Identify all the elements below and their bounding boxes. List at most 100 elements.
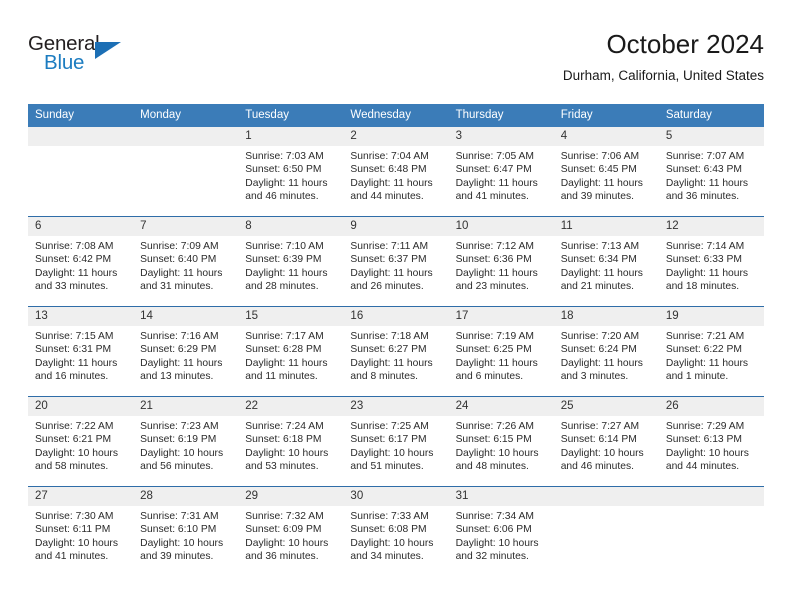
sunrise-time: Sunrise: 7:16 AM xyxy=(140,331,219,342)
calendar-week-row: 1 Sunrise: 7:03 AM Sunset: 6:50 PM Daylight… xyxy=(28,127,764,217)
day-number: 20 xyxy=(28,397,134,416)
day-number: 12 xyxy=(658,217,764,236)
day-number: 31 xyxy=(448,487,554,506)
daylight-duration-line2: and 44 minutes. xyxy=(350,191,424,203)
calendar-day-cell[interactable]: 28 Sunrise: 7:31 AM Sunset: 6:10 PM Dayligh… xyxy=(133,486,239,576)
calendar-day-cell[interactable]: 11 Sunrise: 7:13 AM Sunset: 6:34 PM Dayligh… xyxy=(553,216,659,307)
daylight-duration-line2: and 33 minutes. xyxy=(35,281,109,293)
sunrise-time: Sunrise: 7:34 AM xyxy=(455,511,534,522)
calendar-day-cell[interactable]: 14 Sunrise: 7:16 AM Sunset: 6:29 PM Dayligh… xyxy=(133,306,239,397)
day-cell-inner: 3 Sunrise: 7:05 AM Sunset: 6:47 PM Daylight… xyxy=(448,127,554,216)
sunset-time: Sunset: 6:14 PM xyxy=(560,434,637,446)
calendar-empty-cell xyxy=(133,127,239,217)
sunset-time: Sunset: 6:10 PM xyxy=(140,524,217,536)
calendar-day-cell[interactable]: 23 Sunrise: 7:25 AM Sunset: 6:17 PM Dayligh… xyxy=(343,396,449,487)
calendar-day-cell[interactable]: 15 Sunrise: 7:17 AM Sunset: 6:28 PM Dayligh… xyxy=(238,306,344,397)
day-details: Sunrise: 7:16 AM Sunset: 6:29 PM Daylight:… xyxy=(133,326,238,384)
day-cell-inner: 14 Sunrise: 7:16 AM Sunset: 6:29 PM Dayligh… xyxy=(133,307,239,396)
calendar-day-cell[interactable]: 19 Sunrise: 7:21 AM Sunset: 6:22 PM Dayligh… xyxy=(658,306,764,397)
sunrise-time: Sunrise: 7:04 AM xyxy=(350,151,429,162)
day-cell-inner xyxy=(28,127,134,216)
calendar-day-cell[interactable]: 17 Sunrise: 7:19 AM Sunset: 6:25 PM Dayligh… xyxy=(448,306,554,397)
calendar-day-cell[interactable]: 4 Sunrise: 7:06 AM Sunset: 6:45 PM Daylight… xyxy=(553,127,659,217)
day-cell-inner: 22 Sunrise: 7:24 AM Sunset: 6:18 PM Dayligh… xyxy=(238,397,344,486)
calendar-day-cell[interactable]: 26 Sunrise: 7:29 AM Sunset: 6:13 PM Dayligh… xyxy=(658,396,764,487)
day-cell-inner: 21 Sunrise: 7:23 AM Sunset: 6:19 PM Dayligh… xyxy=(133,397,239,486)
calendar-day-cell[interactable]: 3 Sunrise: 7:05 AM Sunset: 6:47 PM Daylight… xyxy=(448,127,554,217)
daylight-duration-line2: and 21 minutes. xyxy=(560,281,634,293)
calendar-day-cell[interactable]: 22 Sunrise: 7:24 AM Sunset: 6:18 PM Dayligh… xyxy=(238,396,344,487)
calendar-day-cell[interactable]: 30 Sunrise: 7:33 AM Sunset: 6:08 PM Dayligh… xyxy=(343,486,449,576)
day-cell-inner xyxy=(133,127,239,216)
calendar-day-cell[interactable]: 20 Sunrise: 7:22 AM Sunset: 6:21 PM Dayligh… xyxy=(28,396,134,487)
calendar-day-cell[interactable]: 25 Sunrise: 7:27 AM Sunset: 6:14 PM Dayligh… xyxy=(553,396,659,487)
day-cell-inner xyxy=(553,487,659,576)
daylight-duration-line1: Daylight: 10 hours xyxy=(35,537,118,549)
sunrise-time: Sunrise: 7:11 AM xyxy=(350,241,429,252)
day-cell-inner: 12 Sunrise: 7:14 AM Sunset: 6:33 PM Dayligh… xyxy=(658,217,764,306)
day-cell-inner: 17 Sunrise: 7:19 AM Sunset: 6:25 PM Dayligh… xyxy=(448,307,554,396)
daylight-duration-line1: Daylight: 11 hours xyxy=(455,357,538,369)
day-details: Sunrise: 7:05 AM Sunset: 6:47 PM Daylight:… xyxy=(449,146,554,204)
daylight-duration-line2: and 11 minutes. xyxy=(245,371,318,383)
calendar-day-cell[interactable]: 8 Sunrise: 7:10 AM Sunset: 6:39 PM Daylight… xyxy=(238,216,344,307)
calendar-day-cell[interactable]: 21 Sunrise: 7:23 AM Sunset: 6:19 PM Dayligh… xyxy=(133,396,239,487)
daylight-duration-line1: Daylight: 11 hours xyxy=(245,177,328,189)
day-details: Sunrise: 7:33 AM Sunset: 6:08 PM Daylight:… xyxy=(343,506,448,564)
daylight-duration-line1: Daylight: 10 hours xyxy=(455,447,539,459)
calendar-day-cell[interactable]: 1 Sunrise: 7:03 AM Sunset: 6:50 PM Daylight… xyxy=(238,127,344,217)
calendar-day-cell[interactable]: 31 Sunrise: 7:34 AM Sunset: 6:06 PM Dayligh… xyxy=(448,486,554,576)
brand-logo[interactable]: General Blue xyxy=(28,32,148,80)
weekday-header-saturday: Saturday xyxy=(658,104,764,127)
calendar-day-cell[interactable]: 9 Sunrise: 7:11 AM Sunset: 6:37 PM Daylight… xyxy=(343,216,449,307)
calendar-day-cell[interactable]: 13 Sunrise: 7:15 AM Sunset: 6:31 PM Dayligh… xyxy=(28,306,134,397)
daylight-duration-line2: and 28 minutes. xyxy=(245,281,319,293)
calendar-day-cell[interactable]: 7 Sunrise: 7:09 AM Sunset: 6:40 PM Daylight… xyxy=(133,216,239,307)
day-number xyxy=(553,487,659,506)
sunrise-time: Sunrise: 7:32 AM xyxy=(245,511,324,522)
calendar-day-cell[interactable]: 12 Sunrise: 7:14 AM Sunset: 6:33 PM Dayligh… xyxy=(658,216,764,307)
sunset-time: Sunset: 6:47 PM xyxy=(455,164,532,176)
daylight-duration-line1: Daylight: 10 hours xyxy=(245,537,329,549)
sunset-time: Sunset: 6:11 PM xyxy=(35,524,111,536)
sunset-time: Sunset: 6:34 PM xyxy=(560,254,637,266)
day-number: 28 xyxy=(133,487,239,506)
daylight-duration-line1: Daylight: 11 hours xyxy=(560,267,643,279)
calendar-day-cell[interactable]: 18 Sunrise: 7:20 AM Sunset: 6:24 PM Dayligh… xyxy=(553,306,659,397)
calendar-empty-cell xyxy=(658,486,764,576)
calendar-week-row: 6 Sunrise: 7:08 AM Sunset: 6:42 PM Daylight… xyxy=(28,216,764,307)
sunset-time: Sunset: 6:22 PM xyxy=(665,344,742,356)
day-number: 7 xyxy=(133,217,239,236)
day-number: 10 xyxy=(448,217,554,236)
calendar-day-cell[interactable]: 27 Sunrise: 7:30 AM Sunset: 6:11 PM Dayligh… xyxy=(28,486,134,576)
day-cell-inner xyxy=(658,487,764,576)
sunrise-time: Sunrise: 7:06 AM xyxy=(560,151,640,162)
calendar-day-cell[interactable]: 16 Sunrise: 7:18 AM Sunset: 6:27 PM Dayligh… xyxy=(343,306,449,397)
day-number: 13 xyxy=(28,307,134,326)
daylight-duration-line1: Daylight: 10 hours xyxy=(350,447,434,459)
day-number: 24 xyxy=(448,397,554,416)
calendar-day-cell[interactable]: 2 Sunrise: 7:04 AM Sunset: 6:48 PM Daylight… xyxy=(343,127,449,217)
daylight-duration-line1: Daylight: 11 hours xyxy=(140,267,223,279)
daylight-duration-line2: and 16 minutes. xyxy=(35,371,109,383)
day-number: 23 xyxy=(343,397,449,416)
calendar-day-cell[interactable]: 10 Sunrise: 7:12 AM Sunset: 6:36 PM Dayligh… xyxy=(448,216,554,307)
sunrise-time: Sunrise: 7:19 AM xyxy=(455,331,534,342)
calendar-day-cell[interactable]: 5 Sunrise: 7:07 AM Sunset: 6:43 PM Daylight… xyxy=(658,127,764,217)
daylight-duration-line2: and 23 minutes. xyxy=(455,281,529,293)
sunrise-sunset-calendar: Sunday Monday Tuesday Wednesday Thursday… xyxy=(28,104,764,576)
calendar-day-cell[interactable]: 29 Sunrise: 7:32 AM Sunset: 6:09 PM Dayligh… xyxy=(238,486,344,576)
calendar-day-cell[interactable]: 24 Sunrise: 7:26 AM Sunset: 6:15 PM Dayligh… xyxy=(448,396,554,487)
calendar-day-cell[interactable]: 6 Sunrise: 7:08 AM Sunset: 6:42 PM Daylight… xyxy=(28,216,134,307)
sunrise-time: Sunrise: 7:10 AM xyxy=(245,241,324,252)
day-cell-inner: 13 Sunrise: 7:15 AM Sunset: 6:31 PM Dayligh… xyxy=(28,307,134,396)
day-details: Sunrise: 7:08 AM Sunset: 6:42 PM Daylight:… xyxy=(28,236,133,294)
day-details: Sunrise: 7:20 AM Sunset: 6:24 PM Daylight:… xyxy=(554,326,659,384)
day-cell-inner: 5 Sunrise: 7:07 AM Sunset: 6:43 PM Daylight… xyxy=(658,127,764,216)
day-details: Sunrise: 7:03 AM Sunset: 6:50 PM Daylight:… xyxy=(238,146,343,204)
day-cell-inner: 4 Sunrise: 7:06 AM Sunset: 6:45 PM Daylight… xyxy=(553,127,659,216)
sunset-time: Sunset: 6:48 PM xyxy=(350,164,427,176)
sunrise-time: Sunrise: 7:09 AM xyxy=(140,241,219,252)
weekday-header-monday: Monday xyxy=(133,104,239,127)
daylight-duration-line2: and 32 minutes. xyxy=(455,551,529,563)
